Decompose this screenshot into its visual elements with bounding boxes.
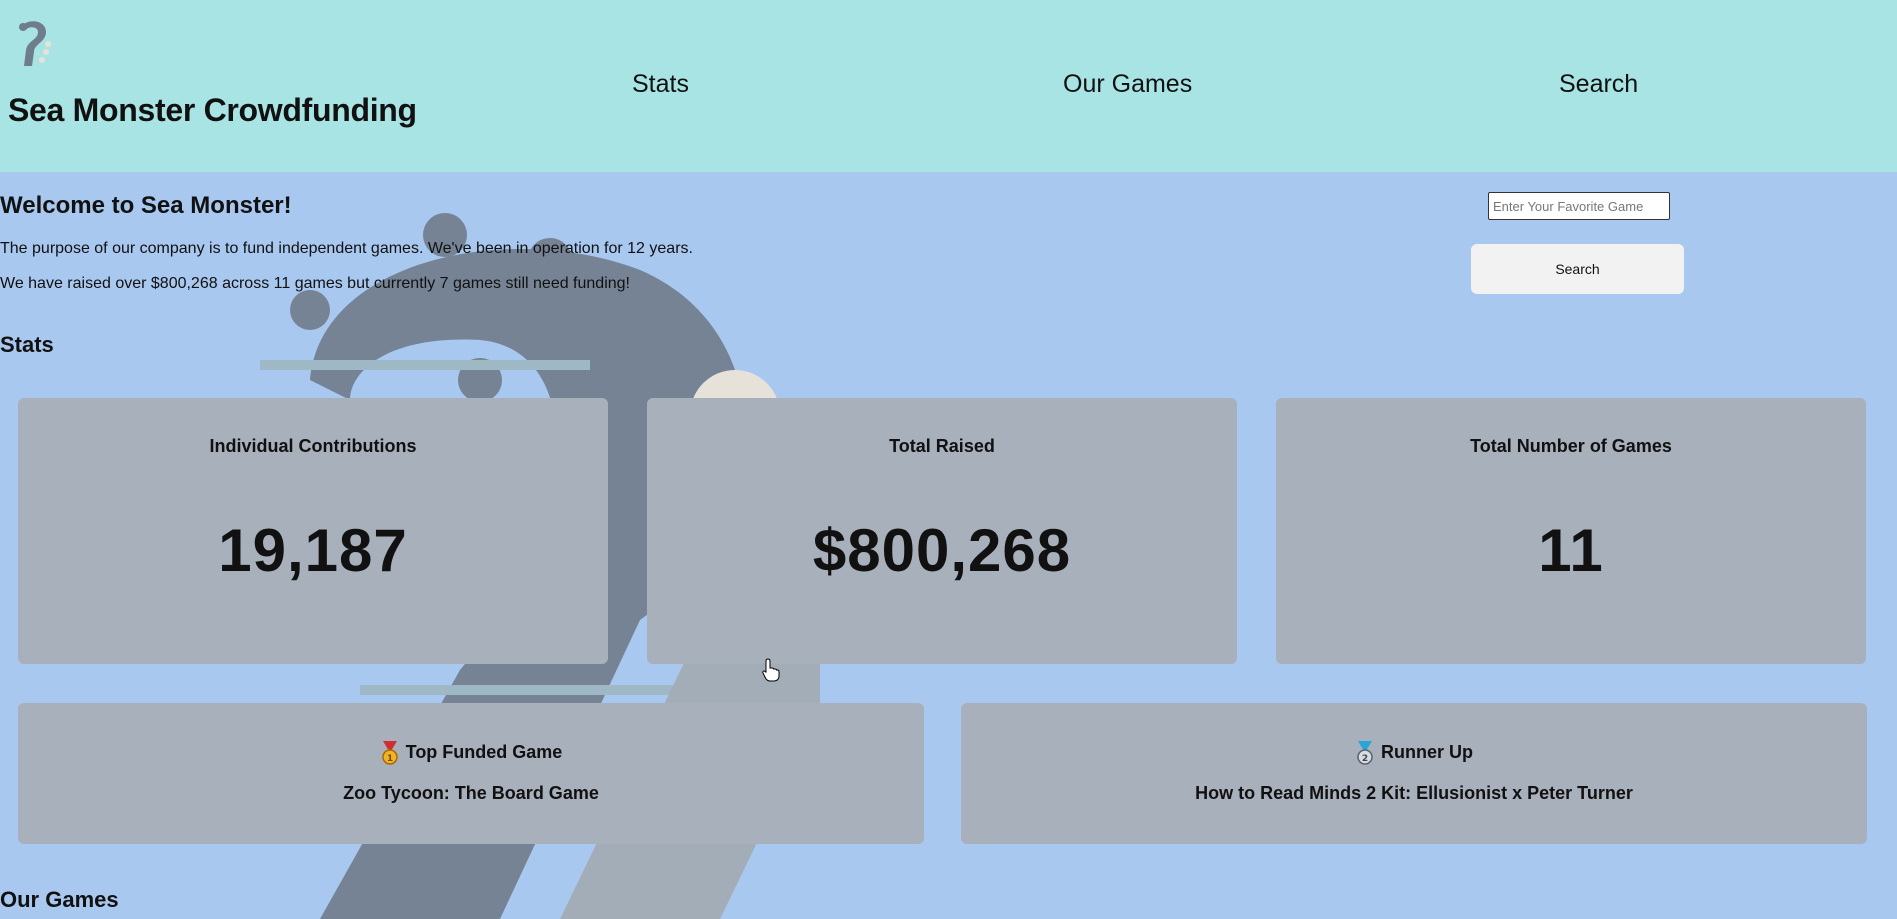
stat-label: Individual Contributions xyxy=(209,436,417,456)
top-funded-label: Top Funded Game xyxy=(405,741,563,762)
svg-text:2: 2 xyxy=(1362,754,1368,764)
sea-monster-logo-icon[interactable] xyxy=(14,18,54,68)
stat-value: $800,268 xyxy=(812,517,1072,584)
stats-section-title: Stats xyxy=(0,332,54,357)
runner-up-game-card: 2 Runner Up How to Read Minds 2 Kit: Ell… xyxy=(961,703,1867,844)
our-games-section-title: Our Games xyxy=(0,887,119,912)
top-funded-label-row: 1 Top Funded Game xyxy=(18,741,924,765)
welcome-funding-text: We have raised over $800,268 across 11 g… xyxy=(0,275,630,292)
stat-label: Total Number of Games xyxy=(1470,436,1672,456)
welcome-purpose-text: The purpose of our company is to fund in… xyxy=(0,240,693,257)
runner-up-label: Runner Up xyxy=(1381,741,1473,762)
nav-link-our-games[interactable]: Our Games xyxy=(1063,70,1192,99)
top-funded-game-card: 1 Top Funded Game Zoo Tycoon: The Board … xyxy=(18,703,924,844)
top-funded-game-name: Zoo Tycoon: The Board Game xyxy=(343,783,599,803)
stat-card-individual-contributions: Individual Contributions 19,187 xyxy=(18,398,608,664)
stat-card-total-raised: Total Raised $800,268 xyxy=(647,398,1237,664)
stat-card-total-games: Total Number of Games 11 xyxy=(1276,398,1866,664)
runner-up-label-row: 2 Runner Up xyxy=(961,741,1867,765)
search-button[interactable]: Search xyxy=(1471,244,1684,294)
nav-link-stats[interactable]: Stats xyxy=(632,70,689,99)
welcome-title: Welcome to Sea Monster! xyxy=(0,192,292,219)
nav-link-search[interactable]: Search xyxy=(1559,70,1638,99)
silver-medal-icon: 2 xyxy=(1357,741,1373,765)
gold-medal-icon: 1 xyxy=(381,741,398,765)
search-input[interactable] xyxy=(1488,192,1670,220)
stat-value: 19,187 xyxy=(218,517,408,584)
stat-label: Total Raised xyxy=(889,436,995,456)
runner-up-game-name: How to Read Minds 2 Kit: Ellusionist x P… xyxy=(1195,783,1633,803)
site-header: Sea Monster Crowdfunding Stats Our Games… xyxy=(0,0,1897,172)
stat-value: 11 xyxy=(1538,517,1604,584)
hand-pointer-cursor-icon xyxy=(762,658,780,682)
main-content: Welcome to Sea Monster! The purpose of o… xyxy=(0,172,1897,919)
svg-text:1: 1 xyxy=(387,754,393,764)
site-title: Sea Monster Crowdfunding xyxy=(8,92,417,128)
